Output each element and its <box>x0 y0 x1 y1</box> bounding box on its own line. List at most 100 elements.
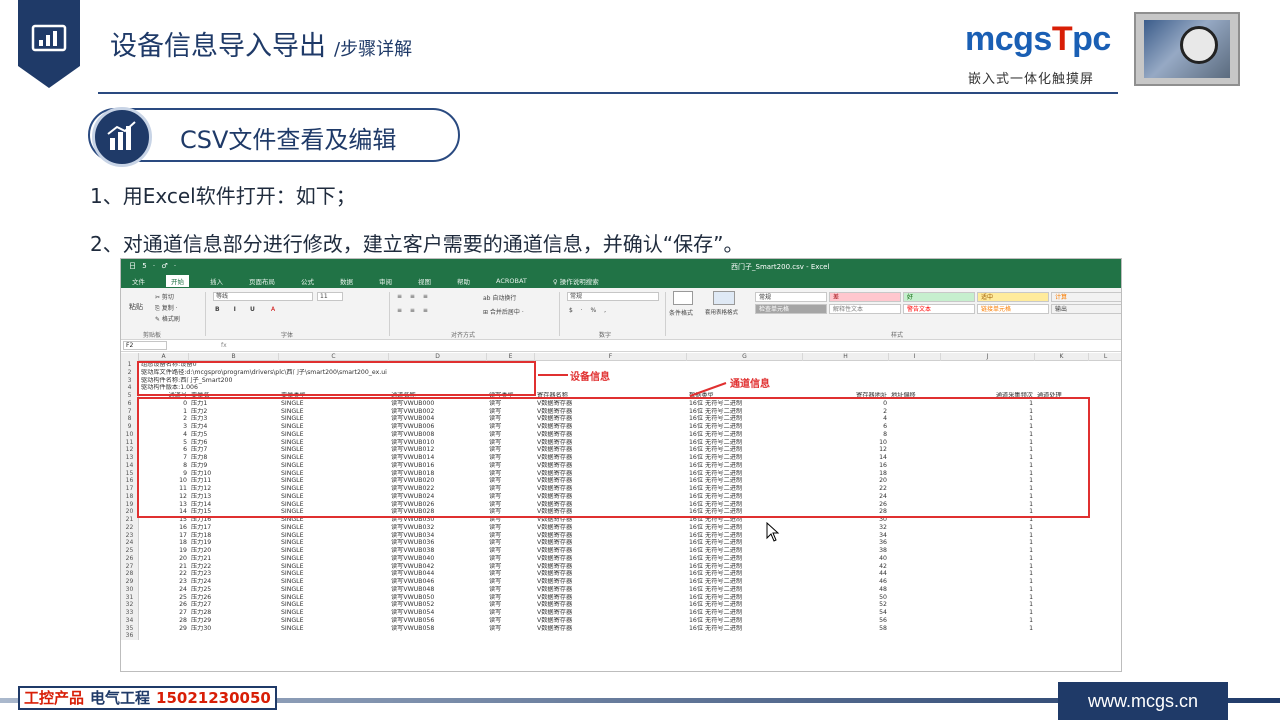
name-box[interactable]: F2 <box>123 341 167 350</box>
table-cell[interactable] <box>1037 578 1087 586</box>
table-cell[interactable]: SINGLE <box>281 524 387 532</box>
row-number[interactable]: 27 <box>121 562 139 571</box>
table-cell[interactable]: 16位 无符号二进制 <box>689 508 801 516</box>
table-cell[interactable]: 16位 无符号二进制 <box>689 493 801 501</box>
table-cell[interactable] <box>891 578 939 586</box>
table-row[interactable]: 13 7 压力8 SINGLE 读写VWUB014 读写 V数据寄存器 16位 无符号二进制 1… <box>121 454 1121 462</box>
row-number[interactable]: 29 <box>121 578 139 586</box>
table-cell[interactable]: 28 <box>805 508 887 516</box>
ribbon-tab[interactable]: 文件 <box>127 275 150 287</box>
table-cell[interactable]: V数据寄存器 <box>537 625 685 633</box>
table-cell[interactable]: V数据寄存器 <box>537 493 685 501</box>
table-cell[interactable]: 18 <box>805 470 887 478</box>
table-cell[interactable]: 压力6 <box>191 439 277 447</box>
table-cell[interactable]: 46 <box>805 578 887 586</box>
table-cell[interactable]: 读写 <box>489 423 533 431</box>
table-cell[interactable]: 读写 <box>489 555 533 563</box>
table-cell[interactable]: V数据寄存器 <box>537 408 685 416</box>
row-number[interactable]: 10 <box>121 430 139 439</box>
table-row[interactable]: 21 15 压力16 SINGLE 读写VWUB030 读写 V数据寄存器 16位 无符号二进… <box>121 516 1121 524</box>
row-number[interactable]: 5 <box>121 392 139 400</box>
table-cell[interactable]: 读写 <box>489 586 533 594</box>
table-cell[interactable]: 变量名 <box>191 392 277 400</box>
table-cell[interactable]: 读写VWUB042 <box>391 563 485 571</box>
table-cell[interactable]: 压力15 <box>191 508 277 516</box>
table-cell[interactable]: 读写VWUB024 <box>391 493 485 501</box>
table-cell[interactable]: 压力3 <box>191 415 277 423</box>
table-cell[interactable] <box>1037 570 1087 578</box>
number-format-buttons[interactable]: $ · % , <box>569 307 609 314</box>
table-row[interactable]: 5 通道号 变量名 变量类型 通道名称 读写类型 寄存器名称 数据类型 寄存器地址 地址偏移 通道采… <box>121 392 1121 400</box>
table-cell[interactable]: V数据寄存器 <box>537 462 685 470</box>
table-cell[interactable] <box>891 501 939 509</box>
table-cell[interactable]: 1 <box>943 594 1033 602</box>
table-cell[interactable]: 1 <box>943 555 1033 563</box>
table-cell[interactable]: V数据寄存器 <box>537 501 685 509</box>
row-number[interactable]: 35 <box>121 624 139 633</box>
table-cell[interactable]: 16位 无符号二进制 <box>689 415 801 423</box>
cut-button[interactable]: ✂ 剪切 <box>155 292 174 301</box>
table-cell[interactable]: SINGLE <box>281 454 387 462</box>
table-cell[interactable]: V数据寄存器 <box>537 586 685 594</box>
table-cell[interactable]: 1 <box>943 547 1033 555</box>
table-cell[interactable]: 通道名称 <box>391 392 485 400</box>
table-cell[interactable]: 读写 <box>489 601 533 609</box>
table-cell[interactable]: 通道号 <box>141 392 187 400</box>
table-cell[interactable]: 18 <box>141 539 187 547</box>
table-cell[interactable]: 读写 <box>489 508 533 516</box>
table-cell[interactable]: 读写 <box>489 547 533 555</box>
column-header[interactable]: E <box>487 353 535 361</box>
fx-icon[interactable]: fx <box>221 342 227 349</box>
table-cell[interactable] <box>1037 563 1087 571</box>
table-row[interactable]: 7 1 压力2 SINGLE 读写VWUB002 读写 V数据寄存器 16位 无符号二进制 2 1 <box>121 407 1121 416</box>
quick-access-toolbar[interactable]: 日 5 · ♂ · <box>129 261 178 271</box>
cell-style-option[interactable]: 警告文本 <box>903 304 975 314</box>
table-row[interactable]: 25 19 压力20 SINGLE 读写VWUB038 读写 V数据寄存器 16位 无符号二进… <box>121 547 1121 555</box>
table-cell[interactable]: 读写VWUB046 <box>391 578 485 586</box>
ribbon-tab[interactable]: 帮助 <box>452 275 475 287</box>
table-cell[interactable]: V数据寄存器 <box>537 555 685 563</box>
row-number[interactable]: 21 <box>121 516 139 524</box>
table-cell[interactable] <box>891 524 939 532</box>
table-cell[interactable]: 56 <box>805 617 887 625</box>
table-cell[interactable] <box>1037 586 1087 594</box>
table-cell[interactable]: SINGLE <box>281 470 387 478</box>
table-cell[interactable]: 24 <box>805 493 887 501</box>
table-cell[interactable]: V数据寄存器 <box>537 578 685 586</box>
table-cell[interactable]: 读写 <box>489 400 533 408</box>
table-cell[interactable]: V数据寄存器 <box>537 400 685 408</box>
table-cell[interactable]: 1 <box>943 415 1033 423</box>
table-cell[interactable]: 压力8 <box>191 454 277 462</box>
table-cell[interactable]: 压力2 <box>191 408 277 416</box>
table-cell[interactable] <box>1037 400 1087 408</box>
table-cell[interactable]: 13 <box>141 501 187 509</box>
table-cell[interactable]: 读写 <box>489 578 533 586</box>
table-cell[interactable]: 1 <box>943 501 1033 509</box>
table-cell[interactable]: 16位 无符号二进制 <box>689 470 801 478</box>
table-cell[interactable]: 1 <box>943 439 1033 447</box>
table-cell[interactable]: 0 <box>141 400 187 408</box>
table-cell[interactable]: 16位 无符号二进制 <box>689 431 801 439</box>
table-cell[interactable]: 22 <box>141 570 187 578</box>
table-row[interactable]: 31 25 压力26 SINGLE 读写VWUB050 读写 V数据寄存器 16位 无符号二进… <box>121 593 1121 602</box>
row-number[interactable]: 2 <box>121 368 139 377</box>
select-all-corner[interactable] <box>121 353 139 361</box>
table-cell[interactable]: 读写 <box>489 516 533 524</box>
table-cell[interactable]: 32 <box>805 524 887 532</box>
table-cell[interactable]: 读写 <box>489 563 533 571</box>
table-cell[interactable]: 1 <box>943 446 1033 454</box>
row-number[interactable]: 33 <box>121 609 139 617</box>
table-row[interactable]: 12 6 压力7 SINGLE 读写VWUB012 读写 V数据寄存器 16位 无符号二进制 1… <box>121 446 1121 454</box>
cell-style-option[interactable]: 检查单元格 <box>755 304 827 314</box>
table-cell[interactable]: 25 <box>141 594 187 602</box>
table-cell[interactable]: SINGLE <box>281 439 387 447</box>
table-cell[interactable]: 读写VWUB054 <box>391 609 485 617</box>
table-cell[interactable]: 36 <box>805 539 887 547</box>
table-cell[interactable]: 27 <box>141 609 187 617</box>
table-cell[interactable]: SINGLE <box>281 609 387 617</box>
table-cell[interactable]: 26 <box>805 501 887 509</box>
table-cell[interactable]: 17 <box>141 532 187 540</box>
table-cell[interactable]: V数据寄存器 <box>537 470 685 478</box>
conditional-format-icon[interactable] <box>673 291 693 305</box>
ribbon-tab[interactable]: 数据 <box>335 275 358 287</box>
